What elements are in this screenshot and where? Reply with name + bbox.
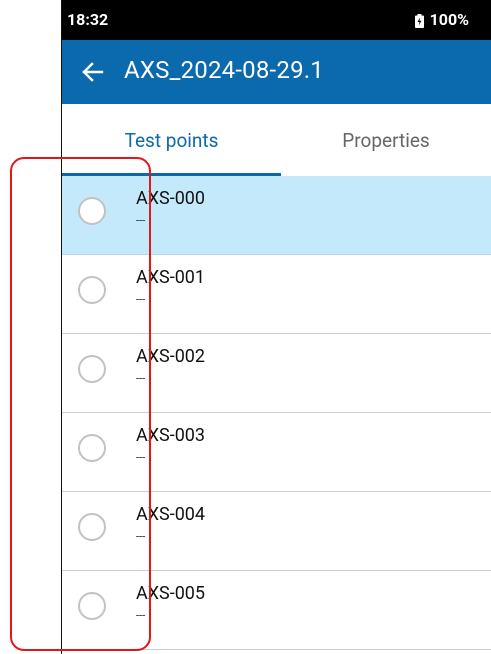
test-point-name: AXS-003 bbox=[136, 425, 206, 446]
status-time: 18:32 bbox=[67, 10, 109, 29]
test-point-name: AXS-004 bbox=[136, 504, 206, 525]
test-point-detail: --- bbox=[136, 451, 146, 464]
list-item[interactable]: AXS-000 --- bbox=[62, 176, 491, 255]
list-item[interactable]: AXS-001 --- bbox=[62, 255, 491, 334]
tab-label: Properties bbox=[342, 128, 430, 152]
radio-button[interactable] bbox=[78, 197, 106, 225]
test-point-detail: --- bbox=[136, 214, 146, 227]
list-item[interactable]: AXS-004 --- bbox=[62, 492, 491, 571]
app-title: AXS_2024-08-29.1 bbox=[124, 56, 324, 84]
tab-bar: Test points Properties bbox=[62, 104, 491, 176]
tab-test-points[interactable]: Test points bbox=[62, 104, 281, 176]
radio-button[interactable] bbox=[78, 592, 106, 620]
test-point-detail: --- bbox=[136, 372, 146, 385]
test-point-name: AXS-002 bbox=[136, 346, 206, 367]
battery-icon bbox=[414, 13, 424, 28]
arrow-left-icon[interactable] bbox=[80, 60, 108, 84]
list-item[interactable]: AXS-003 --- bbox=[62, 413, 491, 492]
test-point-detail: --- bbox=[136, 293, 146, 306]
battery-level: 100% bbox=[429, 10, 469, 29]
test-point-detail: --- bbox=[136, 609, 146, 622]
tab-properties[interactable]: Properties bbox=[281, 104, 491, 176]
status-bar: 18:32 100% bbox=[62, 0, 491, 40]
status-battery: 100% bbox=[414, 10, 469, 29]
app-bar: AXS_2024-08-29.1 bbox=[62, 40, 491, 104]
test-point-name: AXS-005 bbox=[136, 583, 206, 604]
test-point-name: AXS-000 bbox=[136, 188, 206, 209]
radio-button[interactable] bbox=[78, 513, 106, 541]
test-point-name: AXS-001 bbox=[136, 267, 206, 288]
list-item[interactable]: AXS-005 --- bbox=[62, 571, 491, 650]
radio-button[interactable] bbox=[78, 434, 106, 462]
tab-label: Test points bbox=[124, 128, 219, 152]
phone-screen: 18:32 100% AXS_2024-08-29.1 Test points … bbox=[62, 0, 491, 654]
list-item[interactable]: AXS-002 --- bbox=[62, 334, 491, 413]
test-point-detail: --- bbox=[136, 530, 146, 543]
radio-button[interactable] bbox=[78, 355, 106, 383]
radio-button[interactable] bbox=[78, 276, 106, 304]
